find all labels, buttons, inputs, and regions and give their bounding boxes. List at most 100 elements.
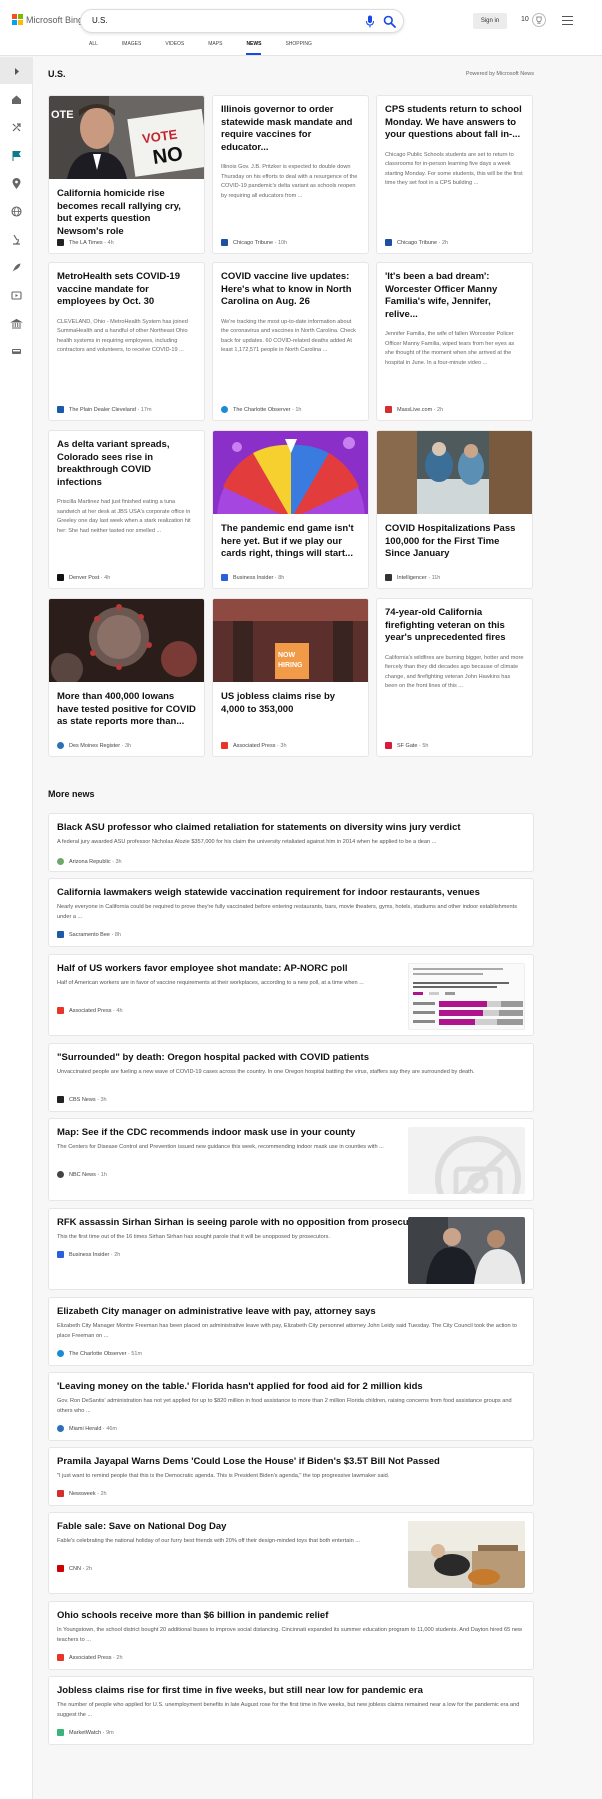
- sign-in-button[interactable]: Sign in: [473, 13, 507, 29]
- card-title[interactable]: CPS students return to school Monday. We…: [377, 104, 532, 142]
- card-title[interactable]: California homicide rise becomes recall …: [49, 188, 204, 238]
- row-source[interactable]: Associated Press · 2h: [57, 1654, 123, 1661]
- card-source[interactable]: Business Insider · 8h: [221, 574, 284, 581]
- news-card[interactable]: Illinois governor to order statewide mas…: [212, 95, 369, 254]
- row-source[interactable]: NBC News · 1h: [57, 1171, 107, 1178]
- card-title[interactable]: COVID vaccine live updates: Here's what …: [213, 271, 368, 309]
- card-title[interactable]: Illinois governor to order statewide mas…: [213, 104, 368, 154]
- card-source[interactable]: The Charlotte Observer · 1h: [221, 406, 301, 413]
- car-icon[interactable]: [10, 345, 23, 358]
- news-card[interactable]: COVID Hospitalizations Pass 100,000 for …: [376, 430, 533, 589]
- news-row[interactable]: Fable sale: Save on National Dog Day Fab…: [48, 1512, 534, 1594]
- card-title[interactable]: 'It's been a bad dream': Worcester Offic…: [377, 271, 532, 321]
- flag-icon[interactable]: [10, 149, 23, 162]
- news-card[interactable]: MetroHealth sets COVID-19 vaccine mandat…: [48, 262, 205, 421]
- location-pin-icon[interactable]: [10, 177, 23, 190]
- news-row[interactable]: RFK assassin Sirhan Sirhan is seeing par…: [48, 1208, 534, 1290]
- row-title[interactable]: California lawmakers weigh statewide vac…: [57, 887, 480, 899]
- news-row[interactable]: California lawmakers weigh statewide vac…: [48, 878, 534, 947]
- news-row[interactable]: Half of US workers favor employee shot m…: [48, 954, 534, 1036]
- card-source[interactable]: The LA Times · 4h: [57, 239, 114, 246]
- bank-icon[interactable]: [10, 317, 23, 330]
- card-title[interactable]: 74-year-old California firefighting vete…: [377, 607, 532, 645]
- row-title[interactable]: RFK assassin Sirhan Sirhan is seeing par…: [57, 1217, 427, 1229]
- news-card[interactable]: 74-year-old California firefighting vete…: [376, 598, 533, 757]
- news-row[interactable]: Elizabeth City manager on administrative…: [48, 1297, 534, 1366]
- row-title[interactable]: Half of US workers favor employee shot m…: [57, 963, 348, 975]
- microphone-icon[interactable]: [364, 15, 376, 28]
- card-title[interactable]: MetroHealth sets COVID-19 vaccine mandat…: [49, 271, 204, 309]
- search-icon[interactable]: [383, 15, 396, 28]
- card-title[interactable]: As delta variant spreads, Colorado sees …: [49, 439, 204, 489]
- hamburger-menu-icon[interactable]: [562, 16, 573, 25]
- row-title[interactable]: Pramila Jayapal Warns Dems 'Could Lose t…: [57, 1456, 440, 1468]
- card-source[interactable]: MassLive.com · 2h: [385, 406, 443, 413]
- search-input[interactable]: U.S.: [92, 16, 108, 25]
- card-title[interactable]: The pandemic end game isn't here yet. Bu…: [213, 523, 368, 561]
- tab-images[interactable]: IMAGES: [122, 41, 141, 55]
- news-card[interactable]: COVID vaccine live updates: Here's what …: [212, 262, 369, 421]
- row-source[interactable]: Sacramento Bee · 8h: [57, 931, 121, 938]
- news-card[interactable]: VOTE NO OTE California homicide rise bec…: [48, 95, 205, 254]
- news-row[interactable]: Jobless claims rise for first time in fi…: [48, 1676, 534, 1745]
- news-card[interactable]: 'It's been a bad dream': Worcester Offic…: [376, 262, 533, 421]
- row-title[interactable]: Jobless claims rise for first time in fi…: [57, 1685, 423, 1697]
- tab-all[interactable]: ALL: [89, 41, 98, 55]
- card-image: [49, 599, 204, 682]
- card-source[interactable]: Denver Post · 4h: [57, 574, 110, 581]
- row-source[interactable]: CBS News · 3h: [57, 1096, 107, 1103]
- row-title[interactable]: Elizabeth City manager on administrative…: [57, 1306, 376, 1318]
- card-source[interactable]: Associated Press · 3h: [221, 742, 287, 749]
- row-title[interactable]: "Surrounded" by death: Oregon hospital p…: [57, 1052, 369, 1064]
- row-source[interactable]: Business Insider · 2h: [57, 1251, 120, 1258]
- row-source[interactable]: Associated Press · 4h: [57, 1007, 123, 1014]
- card-source[interactable]: Intelligencer · 11h: [385, 574, 440, 581]
- rewards-points[interactable]: 10: [521, 16, 529, 23]
- tab-news[interactable]: NEWS: [246, 41, 262, 55]
- tab-shopping[interactable]: SHOPPING: [285, 41, 311, 55]
- news-row[interactable]: "Surrounded" by death: Oregon hospital p…: [48, 1043, 534, 1112]
- search-box[interactable]: U.S.: [80, 9, 404, 33]
- news-card[interactable]: CPS students return to school Monday. We…: [376, 95, 533, 254]
- home-icon[interactable]: [10, 93, 23, 106]
- card-source[interactable]: Chicago Tribune · 2h: [385, 239, 448, 246]
- tab-videos[interactable]: VIDEOS: [165, 41, 184, 55]
- film-icon[interactable]: [10, 289, 23, 302]
- card-title[interactable]: US jobless claims rise by 4,000 to 353,0…: [213, 691, 368, 716]
- card-source[interactable]: SF Gate · 5h: [385, 742, 429, 749]
- globe-icon[interactable]: [10, 205, 23, 218]
- row-title[interactable]: 'Leaving money on the table.' Florida ha…: [57, 1381, 423, 1393]
- rocket-icon[interactable]: [10, 261, 23, 274]
- news-row[interactable]: Black ASU professor who claimed retaliat…: [48, 813, 534, 872]
- card-source[interactable]: The Plain Dealer Cleveland · 17m: [57, 406, 152, 413]
- card-source[interactable]: Des Moines Register · 3h: [57, 742, 131, 749]
- row-source[interactable]: The Charlotte Observer · 51m: [57, 1350, 142, 1357]
- card-title[interactable]: More than 400,000 Iowans have tested pos…: [49, 691, 204, 729]
- chevron-right-icon[interactable]: [10, 65, 23, 78]
- row-title[interactable]: Black ASU professor who claimed retaliat…: [57, 822, 461, 834]
- row-source[interactable]: Arizona Republic · 3h: [57, 858, 122, 865]
- bing-logo[interactable]: Microsoft Bing: [12, 14, 83, 25]
- news-card[interactable]: More than 400,000 Iowans have tested pos…: [48, 598, 205, 757]
- news-row[interactable]: Map: See if the CDC recommends indoor ma…: [48, 1118, 534, 1201]
- row-title[interactable]: Ohio schools receive more than $6 billio…: [57, 1610, 328, 1622]
- microscope-icon[interactable]: [10, 233, 23, 246]
- card-source[interactable]: Chicago Tribune · 10h: [221, 239, 287, 246]
- powered-by-label[interactable]: Powered by Microsoft News: [466, 71, 534, 77]
- rewards-trophy-icon[interactable]: [532, 13, 546, 27]
- card-title[interactable]: COVID Hospitalizations Pass 100,000 for …: [377, 523, 532, 561]
- news-row[interactable]: Pramila Jayapal Warns Dems 'Could Lose t…: [48, 1447, 534, 1506]
- news-card[interactable]: The pandemic end game isn't here yet. Bu…: [212, 430, 369, 589]
- news-row[interactable]: Ohio schools receive more than $6 billio…: [48, 1601, 534, 1670]
- arrows-icon[interactable]: [10, 121, 23, 134]
- row-source[interactable]: Newsweek · 2h: [57, 1490, 107, 1497]
- row-title[interactable]: Fable sale: Save on National Dog Day: [57, 1521, 226, 1533]
- row-source[interactable]: MarketWatch · 9m: [57, 1729, 114, 1736]
- row-source[interactable]: Miami Herald · 46m: [57, 1425, 117, 1432]
- news-row[interactable]: 'Leaving money on the table.' Florida ha…: [48, 1372, 534, 1441]
- tab-maps[interactable]: MAPS: [208, 41, 222, 55]
- row-title[interactable]: Map: See if the CDC recommends indoor ma…: [57, 1127, 355, 1139]
- news-card[interactable]: As delta variant spreads, Colorado sees …: [48, 430, 205, 589]
- news-card[interactable]: NOW HIRING US jobless claims rise by 4,0…: [212, 598, 369, 757]
- row-source[interactable]: CNN · 2h: [57, 1565, 92, 1572]
